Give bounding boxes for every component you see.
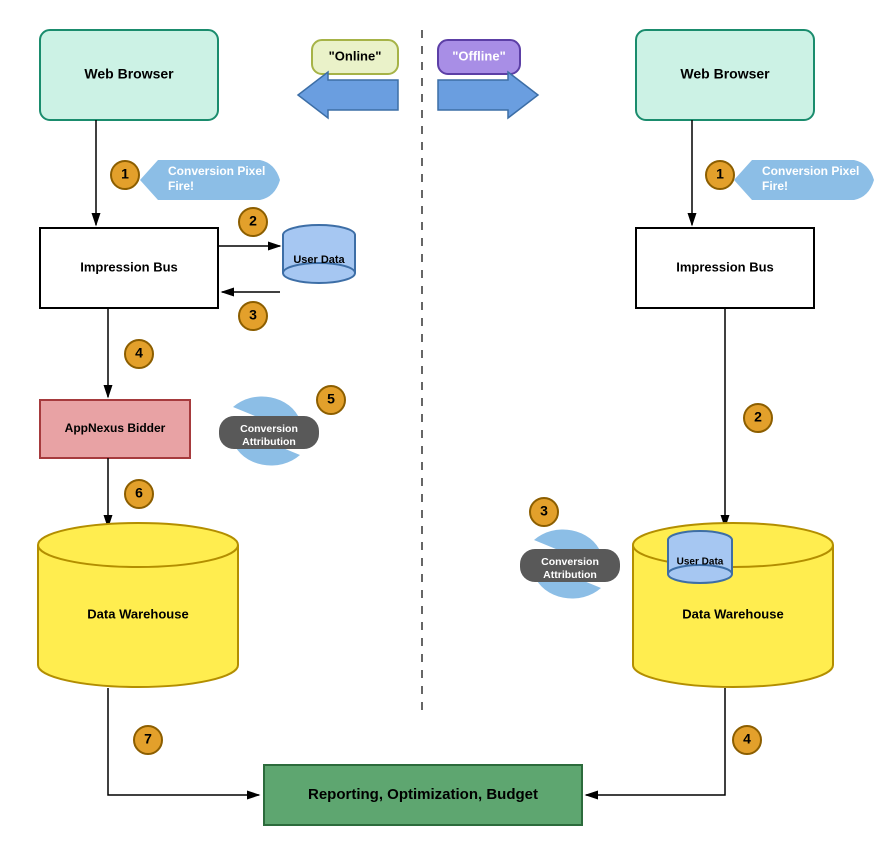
left-step-1-label: 1 bbox=[121, 166, 129, 182]
right-attr-l1: Conversion bbox=[541, 556, 599, 568]
left-step-4-label: 4 bbox=[135, 345, 143, 361]
right-attr-l2: Attribution bbox=[543, 569, 597, 581]
left-user-data-label: User Data bbox=[293, 254, 345, 266]
left-step-2-label: 2 bbox=[249, 213, 257, 229]
online-arrow-icon bbox=[298, 72, 398, 118]
left-impression-label: Impression Bus bbox=[80, 259, 178, 274]
left-arr-dw-reporting bbox=[108, 688, 259, 795]
right-browser-label: Web Browser bbox=[680, 66, 770, 82]
left-step-6-label: 6 bbox=[135, 485, 143, 501]
left-pixel-line2: Fire! bbox=[168, 179, 194, 193]
left-step-3-label: 3 bbox=[249, 307, 257, 323]
left-dw-cylinder bbox=[38, 523, 238, 687]
right-pixel-l2: Fire! bbox=[762, 179, 788, 193]
right-impression-label: Impression Bus bbox=[676, 259, 774, 274]
right-pixel-l1: Conversion Pixel bbox=[762, 164, 859, 178]
right-step-2-label: 2 bbox=[754, 409, 762, 425]
offline-arrow-icon bbox=[438, 72, 538, 118]
left-bidder-label: AppNexus Bidder bbox=[65, 421, 166, 435]
right-arr-dw-reporting bbox=[586, 688, 725, 795]
reporting-label: Reporting, Optimization, Budget bbox=[308, 786, 538, 803]
right-user-data-label: User Data bbox=[677, 557, 724, 568]
left-browser-label: Web Browser bbox=[84, 66, 174, 82]
right-step-4-label: 4 bbox=[743, 731, 751, 747]
left-pixel-line1: Conversion Pixel bbox=[168, 164, 265, 178]
left-attr-l2: Attribution bbox=[242, 436, 296, 448]
right-dw-label: Data Warehouse bbox=[682, 606, 783, 621]
left-step-5-label: 5 bbox=[327, 391, 335, 407]
left-step-7-label: 7 bbox=[144, 731, 152, 747]
online-label: "Online" bbox=[329, 48, 382, 63]
right-step-1-label: 1 bbox=[716, 166, 724, 182]
right-step-3-label: 3 bbox=[540, 503, 548, 519]
left-dw-label: Data Warehouse bbox=[87, 606, 188, 621]
offline-label: "Offline" bbox=[452, 48, 506, 63]
left-attr-l1: Conversion bbox=[240, 423, 298, 435]
